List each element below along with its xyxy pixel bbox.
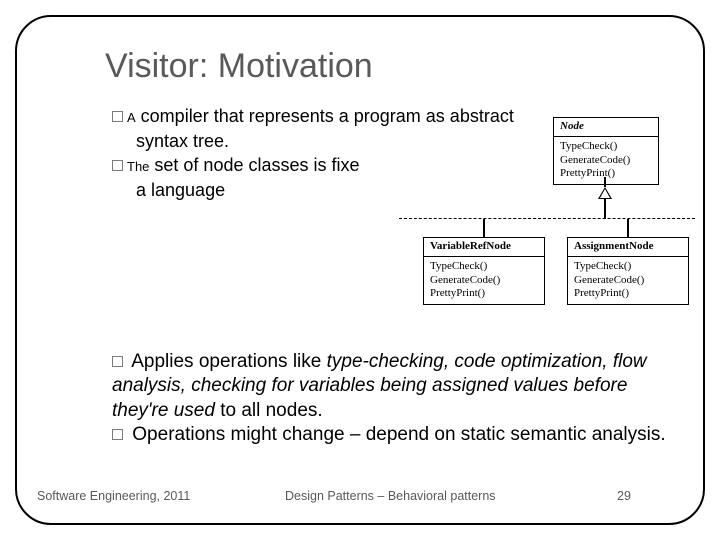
bullet-4-text: Operations might change – depend on stat… (127, 424, 666, 445)
uml-class-ops: TypeCheck() GenerateCode() PrettyPrint() (554, 137, 658, 184)
slide: Visitor: Motivation A compiler that repr… (0, 0, 720, 540)
uml-class-node: Node TypeCheck() GenerateCode() PrettyPr… (553, 117, 659, 185)
bullet-4: Operations might change – depend on stat… (112, 423, 673, 447)
bullet-3: Applies operations like type-checking, c… (112, 350, 673, 423)
uml-op: GenerateCode() (430, 274, 538, 288)
lower-bullets: Applies operations like type-checking, c… (112, 350, 673, 447)
footer-mid: Design Patterns – Behavioral patterns (285, 489, 496, 503)
uml-class-name: AssignmentNode (568, 238, 688, 257)
uml-class-name: Node (554, 118, 658, 137)
uml-op: TypeCheck() (430, 260, 538, 274)
uml-op: GenerateCode() (574, 274, 682, 288)
bullet-square-icon (112, 111, 123, 122)
slide-frame: Visitor: Motivation A compiler that repr… (15, 15, 705, 525)
uml-generalization-arrow (598, 187, 612, 199)
uml-connector-dashed (399, 218, 695, 219)
footer-page-number: 29 (617, 489, 631, 503)
uml-connector (483, 219, 485, 237)
uml-connector (627, 219, 629, 237)
bullet-square-icon (112, 429, 123, 440)
uml-op: PrettyPrint() (574, 287, 682, 301)
bullet-square-icon (112, 160, 123, 171)
uml-class-variableref: VariableRefNode TypeCheck() GenerateCode… (423, 237, 545, 305)
bullet-2-rest: set of node classes is fixe (149, 155, 359, 175)
bullet-1-lead: A (127, 110, 136, 125)
bullet-3-tail: to all nodes. (215, 400, 323, 421)
uml-op: GenerateCode() (560, 154, 652, 168)
slide-title: Visitor: Motivation (105, 47, 373, 86)
uml-connector (604, 199, 606, 219)
uml-op: PrettyPrint() (430, 287, 538, 301)
uml-class-assignment: AssignmentNode TypeCheck() GenerateCode(… (567, 237, 689, 305)
uml-op: TypeCheck() (560, 140, 652, 154)
uml-connector (604, 177, 606, 187)
bullet-3-lead: Applies operations like (127, 351, 327, 372)
uml-op: PrettyPrint() (560, 167, 652, 181)
bullet-square-icon (112, 356, 123, 367)
uml-op: TypeCheck() (574, 260, 682, 274)
uml-class-name: VariableRefNode (424, 238, 544, 257)
uml-class-ops: TypeCheck() GenerateCode() PrettyPrint() (424, 257, 544, 304)
uml-class-ops: TypeCheck() GenerateCode() PrettyPrint() (568, 257, 688, 304)
footer-left: Software Engineering, 2011 (37, 489, 190, 503)
bullet-2-lead: The (127, 159, 149, 174)
uml-diagram: Node TypeCheck() GenerateCode() PrettyPr… (385, 117, 695, 327)
